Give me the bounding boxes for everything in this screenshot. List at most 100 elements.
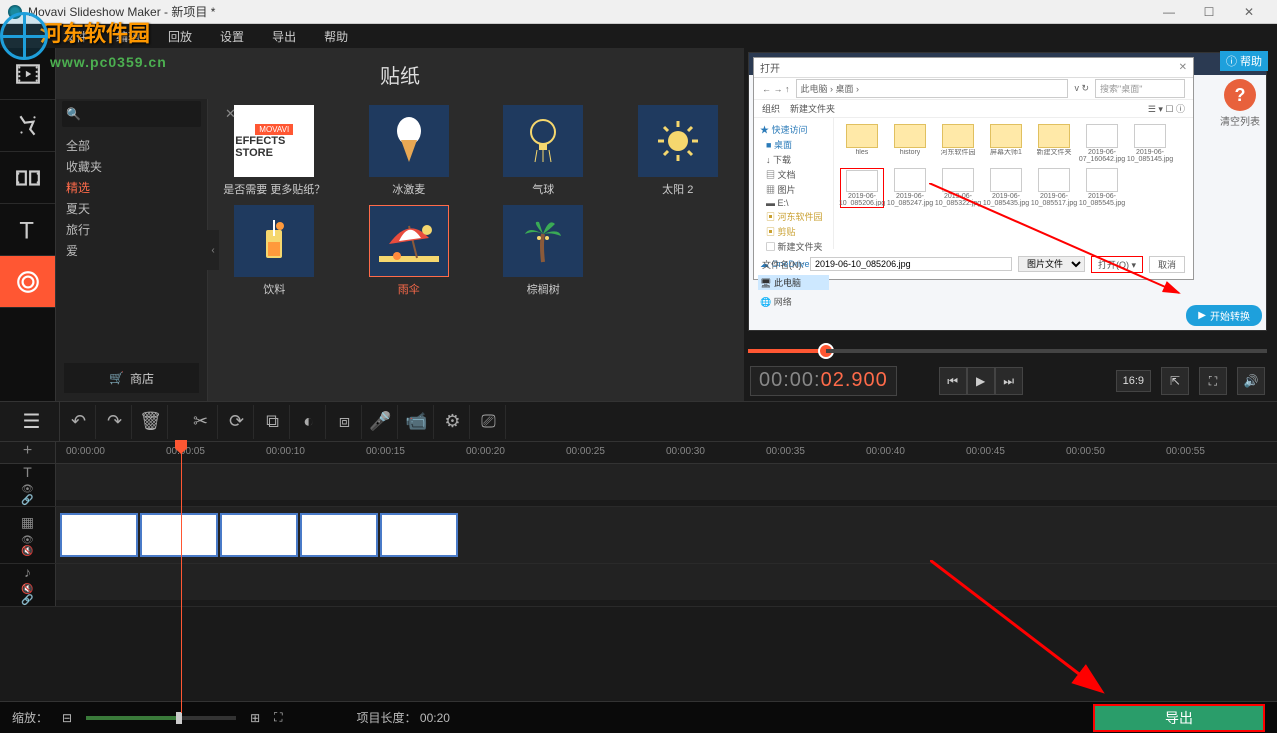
- store-button[interactable]: 🛒 商店: [64, 363, 199, 393]
- cat-summer[interactable]: 夏天: [66, 198, 197, 219]
- video-track-body[interactable]: [56, 507, 1277, 563]
- dialog-filter[interactable]: 图片文件: [1018, 256, 1085, 272]
- zoom-slider[interactable]: [86, 716, 236, 720]
- menu-export[interactable]: 导出: [258, 28, 310, 45]
- rail-media[interactable]: [0, 48, 55, 100]
- record-audio-button[interactable]: 🎤: [364, 405, 398, 439]
- sticker-balloon[interactable]: 气球: [485, 105, 602, 197]
- question-badge[interactable]: ?: [1224, 79, 1256, 111]
- timeline-ruler[interactable]: + 00:00:0000:00:0500:00:1000:00:1500:00:…: [0, 442, 1277, 464]
- search-icon: 🔍: [66, 107, 81, 121]
- collapse-toggle[interactable]: ‹: [207, 230, 219, 270]
- sticker-sun[interactable]: 太阳 2: [620, 105, 737, 197]
- menu-playback[interactable]: 回放: [154, 28, 206, 45]
- playhead[interactable]: [181, 442, 182, 713]
- sticker-umbrella[interactable]: 雨伞: [351, 205, 468, 297]
- rail-filters[interactable]: [0, 100, 55, 152]
- rail-titles[interactable]: T: [0, 204, 55, 256]
- color-button[interactable]: ◐: [292, 405, 326, 439]
- menu-help[interactable]: 帮助: [310, 28, 362, 45]
- rail-stickers[interactable]: [0, 256, 55, 308]
- transition-wizard-button[interactable]: ⧈: [328, 405, 362, 439]
- dialog-filename-input[interactable]: [810, 257, 1012, 271]
- redo-button[interactable]: ↷: [98, 405, 132, 439]
- clip-5[interactable]: [380, 513, 458, 557]
- dialog-file-item[interactable]: 2019-06-10_085517.jpg: [1032, 168, 1076, 208]
- dialog-search[interactable]: 搜索"桌面": [1095, 79, 1185, 98]
- volume-button[interactable]: 🔊: [1237, 367, 1265, 395]
- dialog-path[interactable]: 此电脑 › 桌面 ›: [796, 79, 1069, 98]
- dialog-file-item[interactable]: 2019-06-10_085545.jpg: [1080, 168, 1124, 208]
- play-button[interactable]: ▶: [967, 367, 995, 395]
- list-view-icon[interactable]: ☰: [23, 409, 41, 434]
- adjust-button[interactable]: ⎚: [472, 405, 506, 439]
- dialog-close-icon[interactable]: ✕: [1179, 62, 1187, 73]
- ruler-tick: 00:00:10: [266, 446, 305, 457]
- cat-love[interactable]: 爱: [66, 240, 197, 261]
- dialog-cancel-button[interactable]: 取消: [1149, 256, 1185, 273]
- menu-file[interactable]: 文件: [50, 28, 102, 45]
- dialog-file-item[interactable]: 2019-06-10_085247.jpg: [888, 168, 932, 208]
- dialog-file-item[interactable]: 2019-06-10_085435.jpg: [984, 168, 1028, 208]
- rail-transitions[interactable]: [0, 152, 55, 204]
- dialog-title: 打开: [760, 60, 780, 75]
- dialog-file-item[interactable]: 屏幕大师1: [984, 124, 1028, 164]
- dialog-open-button[interactable]: 打开(O) ▾: [1091, 256, 1143, 273]
- dialog-file-item[interactable]: 2019-06-10_085322.jpg: [936, 168, 980, 208]
- cat-fav[interactable]: 收藏夹: [66, 156, 197, 177]
- cat-all[interactable]: 全部: [66, 135, 197, 156]
- dialog-file-item[interactable]: 2019-06-10_085206.jpg: [840, 168, 884, 208]
- cat-featured[interactable]: 精选: [66, 177, 197, 198]
- rotate-button[interactable]: ⟳: [220, 405, 254, 439]
- record-video-button[interactable]: 📹: [400, 405, 434, 439]
- dialog-sidebar: ★ 快速访问 ■ 桌面 ↓ 下载 ▤ 文档 ▦ 图片 ▬ E:\ ▣ 河东软件园…: [754, 118, 834, 249]
- cat-travel[interactable]: 旅行: [66, 219, 197, 240]
- crop-button[interactable]: ⧉: [256, 405, 290, 439]
- start-convert-button[interactable]: ▶开始转换: [1186, 305, 1262, 326]
- ruler-tick: 00:00:25: [566, 446, 605, 457]
- delete-button[interactable]: 🗑: [134, 405, 168, 439]
- menu-edit[interactable]: 编辑: [102, 28, 154, 45]
- clip-props-button[interactable]: ⚙: [436, 405, 470, 439]
- fullscreen-button[interactable]: ⛶: [1199, 367, 1227, 395]
- detach-button[interactable]: ⇱: [1161, 367, 1189, 395]
- dialog-file-item[interactable]: 河东软件园: [936, 124, 980, 164]
- sticker-palm[interactable]: 棕榈树: [485, 205, 602, 297]
- export-button[interactable]: 导出: [1093, 704, 1265, 732]
- dialog-file-item[interactable]: 2019-06-07_160642.jpg: [1080, 124, 1124, 164]
- maximize-button[interactable]: ☐: [1189, 2, 1229, 22]
- scrub-handle[interactable]: [818, 343, 834, 359]
- fit-icon[interactable]: ⛶: [274, 710, 282, 725]
- dialog-newfolder[interactable]: 新建文件夹: [790, 102, 835, 115]
- clip-2[interactable]: [140, 513, 218, 557]
- search-clear-icon[interactable]: ✕: [223, 106, 238, 122]
- clip-1[interactable]: [60, 513, 138, 557]
- ruler-tick: 00:00:00: [66, 446, 105, 457]
- search-input[interactable]: [81, 108, 223, 120]
- dialog-file-item[interactable]: files: [840, 124, 884, 164]
- menu-settings[interactable]: 设置: [206, 28, 258, 45]
- text-track-body[interactable]: [56, 464, 1277, 500]
- dialog-organize[interactable]: 组织: [762, 102, 780, 115]
- help-button[interactable]: ⓘ帮助: [1220, 51, 1268, 71]
- dialog-file-item[interactable]: history: [888, 124, 932, 164]
- dialog-file-item[interactable]: 新建文件夹: [1032, 124, 1076, 164]
- sticker-drink[interactable]: 饮料: [216, 205, 333, 297]
- close-button[interactable]: ✕: [1229, 2, 1269, 22]
- clip-3[interactable]: [220, 513, 298, 557]
- dialog-file-item[interactable]: 2019-06-10_085145.jpg: [1128, 124, 1172, 164]
- zoom-in-icon[interactable]: ⊞: [250, 711, 260, 725]
- undo-button[interactable]: ↶: [62, 405, 96, 439]
- prev-button[interactable]: ⏮: [939, 367, 967, 395]
- next-button[interactable]: ⏭: [995, 367, 1023, 395]
- cut-button[interactable]: ✂: [184, 405, 218, 439]
- clip-4[interactable]: [300, 513, 378, 557]
- scrub-bar[interactable]: [748, 341, 1267, 361]
- preview-screen: ⓘ帮助 ? 清空列表 打开✕ ← → ↑ 此电脑 › 桌面 › v ↻ 搜索"桌…: [748, 52, 1267, 331]
- minimize-button[interactable]: —: [1149, 2, 1189, 22]
- zoom-out-icon[interactable]: ⊟: [62, 711, 72, 725]
- sticker-icecream[interactable]: 冰激麦: [351, 105, 468, 197]
- ruler-tick: 00:00:30: [666, 446, 705, 457]
- audio-track-body[interactable]: [56, 564, 1277, 600]
- aspect-ratio[interactable]: 16:9: [1116, 370, 1151, 392]
